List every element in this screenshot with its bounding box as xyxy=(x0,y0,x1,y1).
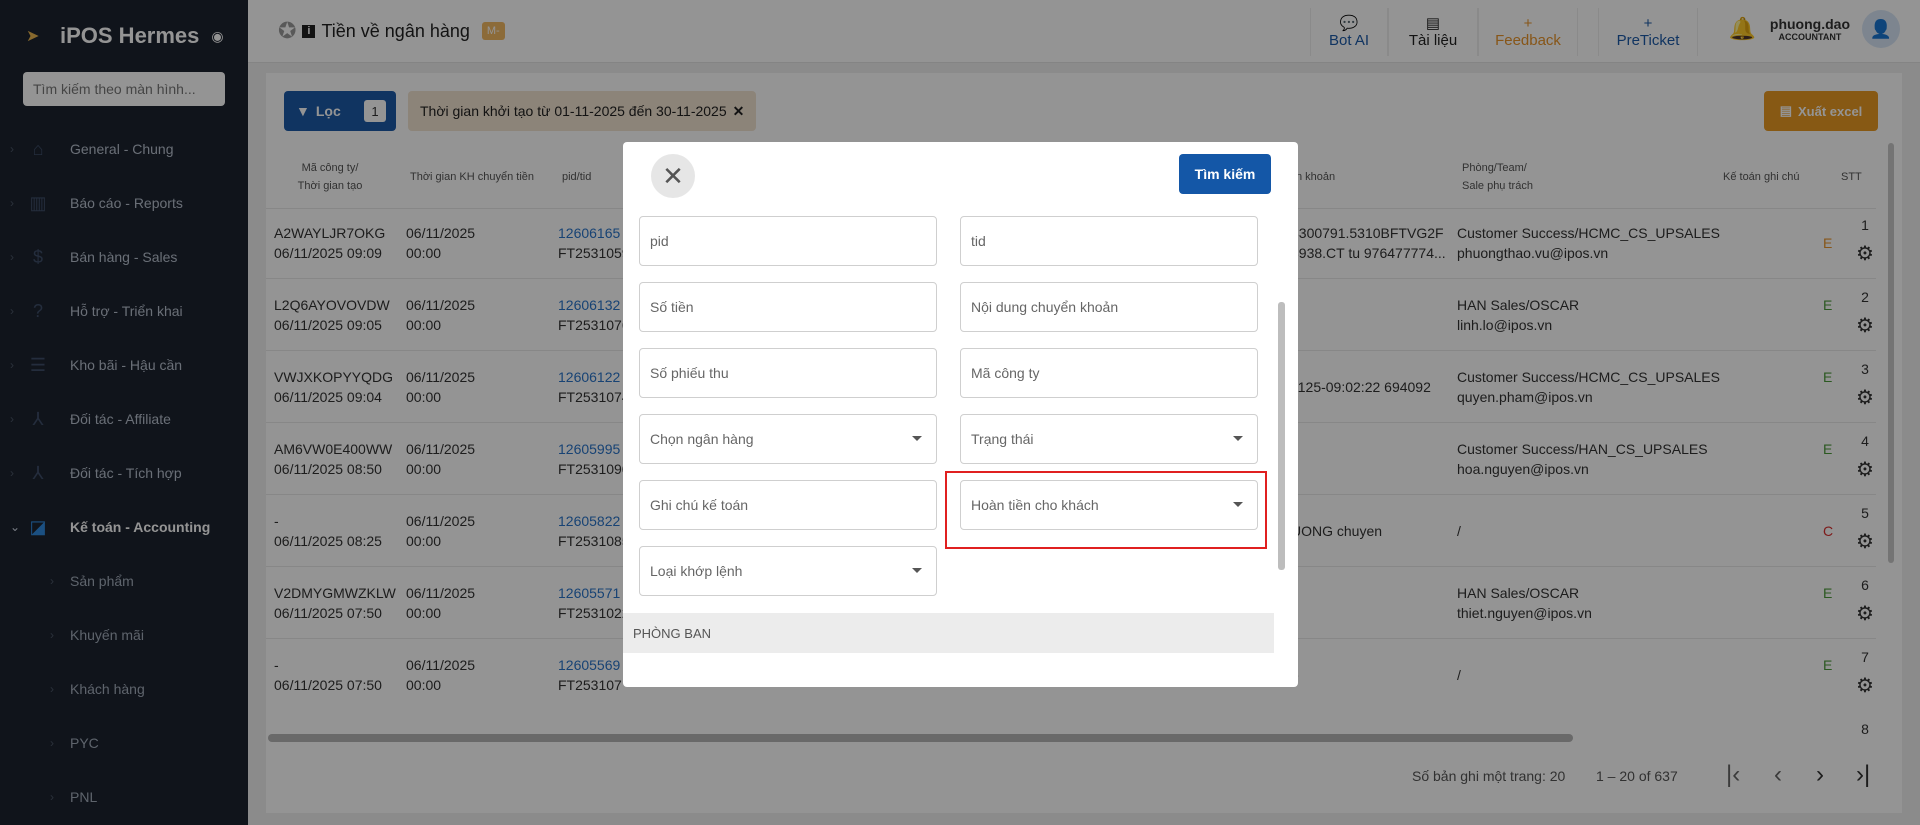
match-type-select[interactable]: Loại khớp lệnh xyxy=(639,546,937,596)
receipt-number-input[interactable]: Số phiếu thu xyxy=(639,348,937,398)
close-icon: ✕ xyxy=(662,160,684,191)
status-select-label: Trạng thái xyxy=(971,431,1034,447)
bank-select-label: Chọn ngân hàng xyxy=(650,431,754,447)
match-type-select-label: Loại khớp lệnh xyxy=(650,563,743,579)
company-code-input[interactable]: Mã công ty xyxy=(960,348,1258,398)
tid-input[interactable]: tid xyxy=(960,216,1258,266)
search-button[interactable]: Tìm kiếm xyxy=(1179,154,1271,194)
modal-scrollbar[interactable] xyxy=(1278,302,1285,570)
accountant-note-input[interactable]: Ghi chú kế toán xyxy=(639,480,937,530)
close-button[interactable]: ✕ xyxy=(651,154,695,198)
caret-down-icon xyxy=(912,436,922,441)
search-modal: ✕ Tìm kiếm pid tid Số tiền Nội dung chuy… xyxy=(623,142,1298,687)
highlight-box xyxy=(945,471,1267,549)
caret-down-icon xyxy=(1233,436,1243,441)
status-select[interactable]: Trạng thái xyxy=(960,414,1258,464)
bank-select[interactable]: Chọn ngân hàng xyxy=(639,414,937,464)
amount-input[interactable]: Số tiền xyxy=(639,282,937,332)
pid-input[interactable]: pid xyxy=(639,216,937,266)
transfer-content-input[interactable]: Nội dung chuyển khoản xyxy=(960,282,1258,332)
department-section-header: PHÒNG BAN xyxy=(623,613,1274,653)
caret-down-icon xyxy=(912,568,922,573)
